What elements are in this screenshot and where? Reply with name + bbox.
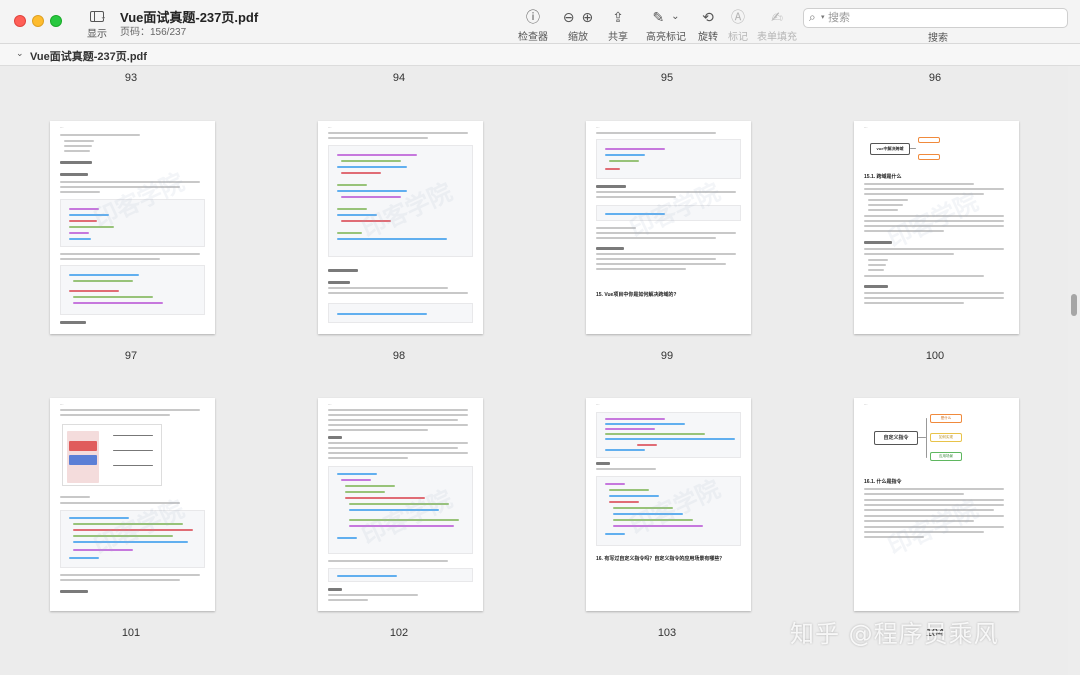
page-thumbnail[interactable]: ··· 印客学院	[50, 121, 215, 334]
page-number-label: 97	[124, 350, 138, 362]
chevron-down-icon[interactable]: ⌄	[100, 12, 107, 21]
vertical-scrollbar[interactable]	[1068, 66, 1080, 675]
search-label: 搜索	[928, 33, 948, 44]
page-thumbnail[interactable]: ··· vue中解决跨域 15.1. 跨域是什么 印客学院	[854, 121, 1019, 334]
mindmap-root: vue中解决跨域	[870, 143, 910, 155]
info-icon: ⓘ	[526, 9, 540, 25]
page-thumbnail[interactable]: ··· 自定义指令 是什么 如何实现 应用场景 16.1. 什么是指令 印客学院	[854, 398, 1019, 611]
highlight-button[interactable]: ✎ ⌄ 高亮标记	[643, 8, 689, 43]
page-indicator: 页码：156/237	[120, 27, 187, 38]
zoom-control[interactable]: ⊖ ⊕ 缩放	[556, 8, 600, 43]
sidebar-toggle-button[interactable]: 显示	[82, 9, 112, 40]
page-thumbnail[interactable]: ··· 印客学院	[318, 398, 483, 611]
file-header: ⌄ Vue面试真题-237页.pdf	[0, 44, 1080, 66]
mindmap-node: 应用场景	[930, 452, 962, 461]
page-number-label: 94	[392, 72, 406, 84]
page-number-label: 99	[660, 350, 674, 362]
page-number-label: 96	[928, 72, 942, 84]
page-number-label: 95	[660, 72, 674, 84]
pen-icon: ✎	[652, 9, 665, 25]
markup-icon: Ⓐ	[731, 9, 745, 25]
zoom-window-button[interactable]	[50, 15, 62, 27]
search-field[interactable]: ⌕ ▾	[803, 8, 1068, 28]
zoom-in-icon[interactable]: ⊕	[582, 8, 594, 26]
sidebar-label: 显示	[87, 29, 107, 40]
page-number-label: 93	[124, 72, 138, 84]
page-number-label: 103	[657, 627, 677, 639]
rotate-button[interactable]: ⟲ 旋转	[694, 8, 722, 43]
page-number-label: 102	[389, 627, 409, 639]
page-heading: 15. Vue项目中你是如何解决跨域的?	[596, 292, 677, 298]
close-window-button[interactable]	[14, 15, 26, 27]
mindmap-node: 是什么	[930, 414, 962, 423]
page-thumbnail[interactable]: ··· 16. 有写过自定义指令吗？自定义指令的应用场景有哪些？ 印客学院	[586, 398, 751, 611]
chevron-down-icon[interactable]: ⌄	[671, 8, 679, 26]
page-heading: 16. 有写过自定义指令吗？自定义指令的应用场景有哪些？	[596, 556, 725, 562]
page-heading: 16.1. 什么是指令	[864, 479, 902, 485]
search-icon: ⌕	[809, 10, 816, 24]
share-icon: ⇪	[612, 9, 624, 25]
zoom-out-icon[interactable]: ⊖	[563, 8, 575, 26]
minimize-window-button[interactable]	[32, 15, 44, 27]
toolbar: 显示 ⌄ Vue面试真题-237页.pdf 页码：156/237 ⓘ 检查器 ⊖…	[0, 0, 1080, 44]
form-icon: ✍	[771, 9, 783, 25]
search-input[interactable]	[828, 10, 1058, 26]
file-name: Vue面试真题-237页.pdf	[30, 51, 147, 63]
page-heading: 15.1. 跨域是什么	[864, 174, 902, 180]
watermark-text: 知乎 @程序员乘风	[790, 620, 999, 648]
rotate-icon: ⟲	[702, 9, 714, 25]
inspector-button[interactable]: ⓘ 检查器	[515, 8, 551, 43]
page-thumbnail-grid: 93 94 95 96 ··· 印客学院 97 ··· 印客学院 98 ··· …	[0, 66, 1068, 675]
mindmap-node: 如何实现	[930, 433, 962, 442]
share-button[interactable]: ⇪ 共享	[604, 8, 632, 43]
form-fill-button[interactable]: ✍ 表单填充	[757, 8, 797, 43]
mindmap-root: 自定义指令	[874, 431, 918, 445]
page-thumbnail[interactable]: ··· 15. Vue项目中你是如何解决跨域的? 印客学院	[586, 121, 751, 334]
markup-button[interactable]: Ⓐ 标记	[725, 8, 751, 43]
chevron-down-icon[interactable]: ▾	[821, 13, 825, 21]
page-thumbnail[interactable]: ··· 印客学院	[50, 398, 215, 611]
page-number-label: 101	[121, 627, 141, 639]
scrollbar-thumb[interactable]	[1071, 294, 1077, 316]
page-number-label: 100	[925, 350, 945, 362]
page-number-label: 98	[392, 350, 406, 362]
page-thumbnail[interactable]: ··· 印客学院	[318, 121, 483, 334]
chevron-down-icon[interactable]: ⌄	[16, 48, 24, 59]
